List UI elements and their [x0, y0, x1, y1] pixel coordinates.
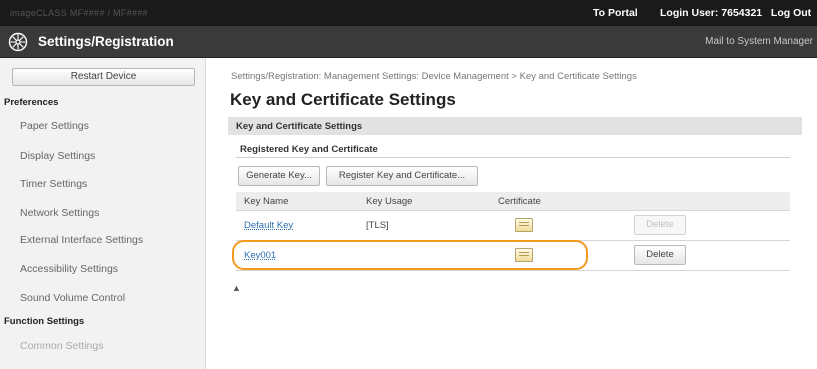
- section-title: Key and Certificate Settings: [236, 121, 363, 132]
- login-label: Login User:: [660, 7, 719, 19]
- app-header: Settings/Registration Mail to System Man…: [0, 26, 817, 58]
- breadcrumb: Settings/Registration: Management Settin…: [231, 71, 637, 82]
- sidebar-item-common-settings[interactable]: Common Settings: [20, 340, 103, 352]
- row-divider: [236, 210, 790, 211]
- sidebar-item-paper-settings[interactable]: Paper Settings: [20, 120, 89, 132]
- column-header-certificate: Certificate: [498, 196, 541, 207]
- key-usage-cell: [TLS]: [366, 220, 389, 231]
- collapse-icon[interactable]: ▲: [232, 283, 241, 293]
- sidebar-item-accessibility-settings[interactable]: Accessibility Settings: [20, 263, 118, 275]
- key-name-link-default-key[interactable]: Default Key: [244, 220, 293, 231]
- sidebar-item-display-settings[interactable]: Display Settings: [20, 150, 95, 162]
- page-title: Key and Certificate Settings: [230, 90, 456, 109]
- delete-button-key001[interactable]: Delete: [634, 245, 686, 265]
- sidebar-item-network-settings[interactable]: Network Settings: [20, 207, 99, 219]
- generate-key-button[interactable]: Generate Key...: [238, 166, 320, 186]
- model-name: imageCLASS MF#### / MF####: [10, 8, 148, 18]
- certificate-icon[interactable]: [515, 218, 533, 232]
- top-bar: imageCLASS MF#### / MF#### To Portal Log…: [0, 0, 817, 26]
- registered-key-heading: Registered Key and Certificate: [240, 144, 378, 155]
- sidebar: Restart Device Preferences Paper Setting…: [0, 58, 206, 369]
- sidebar-item-external-interface-settings[interactable]: External Interface Settings: [20, 234, 143, 246]
- column-header-key-usage: Key Usage: [366, 196, 413, 207]
- divider: [236, 157, 790, 158]
- sidebar-item-timer-settings[interactable]: Timer Settings: [20, 178, 87, 190]
- to-portal-link[interactable]: To Portal: [593, 7, 638, 19]
- restart-device-button[interactable]: Restart Device: [12, 68, 195, 86]
- table-header: Key Name Key Usage Certificate: [236, 192, 790, 210]
- section-header: Key and Certificate Settings: [228, 117, 802, 135]
- login-user: 7654321: [721, 7, 763, 19]
- mail-to-system-manager-link[interactable]: Mail to System Manager: [705, 36, 813, 47]
- sidebar-section-function-settings: Function Settings: [4, 316, 85, 327]
- delete-button-default-key[interactable]: Delete: [634, 215, 686, 235]
- column-header-key-name: Key Name: [244, 196, 289, 207]
- logout-link[interactable]: Log Out: [771, 7, 811, 19]
- row-divider: [236, 270, 790, 271]
- sidebar-section-preferences: Preferences: [4, 97, 59, 108]
- app-title: Settings/Registration: [38, 34, 174, 49]
- register-key-button[interactable]: Register Key and Certificate...: [326, 166, 478, 186]
- highlight-callout: [232, 240, 588, 270]
- login-info: Login User: 7654321 Log Out: [660, 7, 811, 19]
- gear-wheel-icon: [8, 32, 28, 52]
- sidebar-item-sound-volume-control[interactable]: Sound Volume Control: [20, 292, 125, 304]
